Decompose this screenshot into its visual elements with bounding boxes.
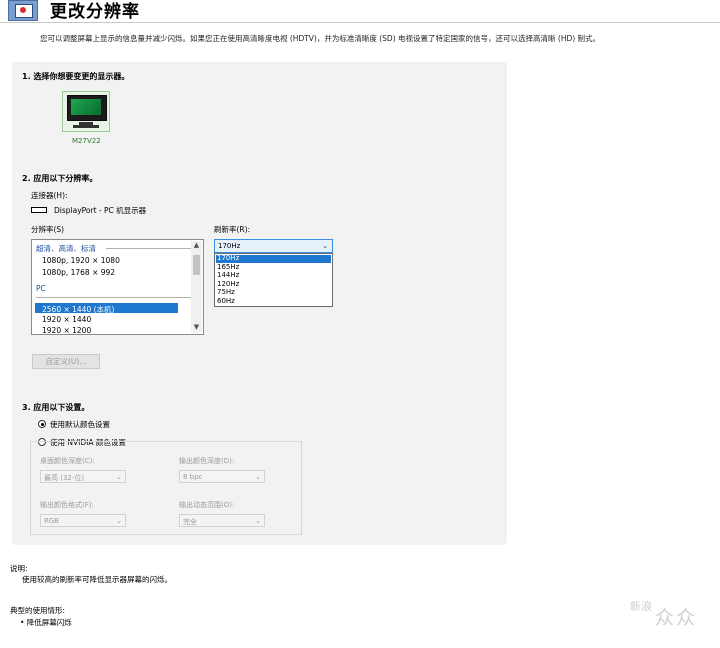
step2-title: 2. 应用以下分辨率。 [22, 174, 98, 183]
dropdown-option[interactable]: 120Hz [217, 280, 239, 288]
step1-title: 1. 选择你想要变更的显示器。 [22, 72, 130, 81]
display-settings-icon [8, 0, 38, 21]
connector-label: 连接器(H): [31, 191, 68, 200]
output-depth-label: 输出颜色深度(D): [179, 457, 235, 465]
list-scrollbar[interactable]: ▲ ▼ [191, 241, 202, 333]
radio-default-color[interactable] [38, 420, 46, 428]
scroll-down-icon[interactable]: ▼ [192, 323, 201, 332]
connector-value: DisplayPort - PC 机显示器 [54, 206, 147, 215]
desktop-depth-value: 最高 (32-位) [44, 474, 85, 482]
refresh-dropdown-list[interactable]: 170Hz 165Hz 144Hz 120Hz 75Hz 60Hz [214, 253, 333, 307]
settings-panel: 1. 选择你想要变更的显示器。 M27V22 2. 应用以下分辨率。 连接器(H… [12, 62, 507, 545]
page-title: 更改分辨率 [50, 2, 140, 22]
watermark-name: 众众 [655, 607, 698, 629]
chevron-down-icon: ⌄ [116, 517, 122, 525]
output-depth-select[interactable]: 8 bpc ⌄ [179, 470, 265, 483]
resolution-listbox[interactable]: 超清、高清、标清 1080p, 1920 × 1080 1080p, 1768 … [31, 239, 204, 335]
desktop-depth-label: 桌面颜色深度(C): [40, 457, 95, 465]
chevron-down-icon: ⌄ [255, 517, 261, 525]
usage-title: 典型的使用情形: [10, 606, 66, 615]
desktop-depth-select[interactable]: 最高 (32-位) ⌄ [40, 470, 126, 483]
list-group-header: 超清、高清、标清 [36, 244, 96, 253]
output-range-label: 输出动态范围(O): [179, 501, 235, 509]
chevron-down-icon: ⌄ [116, 473, 122, 481]
refresh-label: 刷新率(R): [214, 225, 251, 234]
list-group-header: PC [36, 284, 46, 293]
watermark-logo: 新浪 [630, 600, 652, 613]
group-divider [36, 297, 191, 298]
scroll-thumb[interactable] [193, 255, 200, 275]
watermark: 新浪 众众 [630, 600, 710, 630]
color-settings-group: 桌面颜色深度(C): 最高 (32-位) ⌄ 输出颜色深度(D): 8 bpc … [30, 441, 302, 535]
output-format-label: 输出颜色格式(F): [40, 501, 94, 509]
dropdown-option[interactable]: 170Hz [217, 254, 239, 262]
group-divider [106, 248, 191, 249]
step3-title: 3. 应用以下设置。 [22, 403, 90, 412]
dropdown-option[interactable]: 75Hz [217, 288, 235, 296]
custom-resolution-button[interactable]: 自定义(U)... [32, 354, 100, 369]
output-range-select[interactable]: 完全 ⌄ [179, 514, 265, 527]
output-format-value: RGB [44, 517, 60, 525]
refresh-rate-select[interactable]: 170Hz ⌄ [214, 239, 333, 253]
output-format-select[interactable]: RGB ⌄ [40, 514, 126, 527]
description-text: 使用较高的刷新率可降低显示器屏幕的闪烁。 [22, 575, 172, 584]
usage-item: • 降低屏幕闪烁 [20, 618, 72, 627]
list-item[interactable]: 1080p, 1920 × 1080 [42, 256, 120, 265]
header: 更改分辨率 [0, 0, 720, 22]
monitor-icon [67, 95, 107, 121]
list-item-selected[interactable]: 2560 × 1440 (本机) [42, 304, 114, 315]
description-title: 说明: [10, 564, 28, 573]
chevron-down-icon: ⌄ [255, 473, 261, 481]
output-depth-value: 8 bpc [183, 473, 203, 481]
list-item[interactable]: 1080p, 1768 × 992 [42, 268, 115, 277]
radio-default-label: 使用默认颜色设置 [50, 420, 110, 429]
dropdown-option[interactable]: 165Hz [217, 263, 239, 271]
output-range-value: 完全 [183, 518, 197, 526]
page-description: 您可以调整屏幕上显示的信息量并减少闪烁。如果您正在使用高清晰度电视 (HDTV)… [40, 34, 601, 43]
monitor-tile[interactable] [62, 91, 110, 132]
dropdown-option[interactable]: 60Hz [217, 297, 235, 305]
dropdown-option[interactable]: 144Hz [217, 271, 239, 279]
list-item[interactable]: 1920 × 1200 [42, 326, 91, 335]
monitor-label: M27V22 [72, 137, 101, 145]
header-divider [0, 22, 720, 23]
scroll-up-icon[interactable]: ▲ [192, 241, 201, 250]
displayport-icon [31, 207, 47, 213]
chevron-down-icon: ⌄ [322, 242, 328, 250]
refresh-value: 170Hz [218, 242, 241, 250]
list-item[interactable]: 1920 × 1440 [42, 315, 91, 324]
resolution-label: 分辨率(S) [31, 225, 65, 234]
